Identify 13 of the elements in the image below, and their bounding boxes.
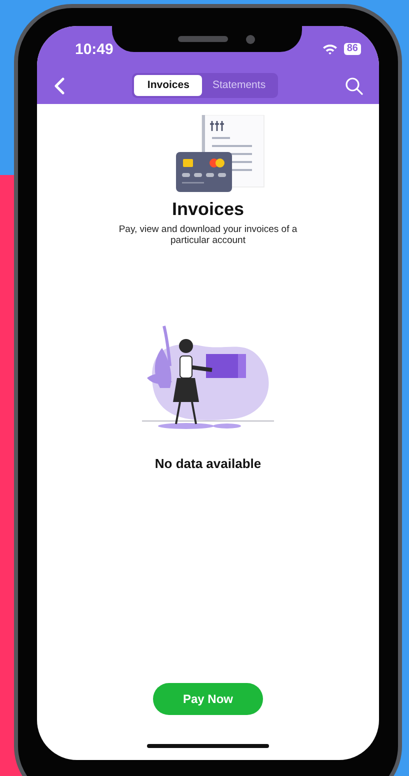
empty-state-message: No data available: [154, 456, 262, 471]
page-title: Invoices: [172, 199, 244, 220]
tab[interactable]: Statements: [202, 75, 276, 96]
back-icon[interactable]: [53, 76, 65, 94]
page-description: Pay, view and download your invoices of a particular account: [118, 224, 298, 246]
battery-level: 86: [344, 43, 361, 55]
tab[interactable]: Invoices: [134, 75, 202, 96]
pay-now-button[interactable]: Pay Now: [153, 683, 263, 715]
search-icon[interactable]: [345, 76, 363, 94]
camera-icon: [246, 34, 254, 44]
wifi-icon: [322, 43, 338, 55]
speaker-icon: [178, 36, 228, 42]
status-time: 10:49: [75, 40, 114, 58]
